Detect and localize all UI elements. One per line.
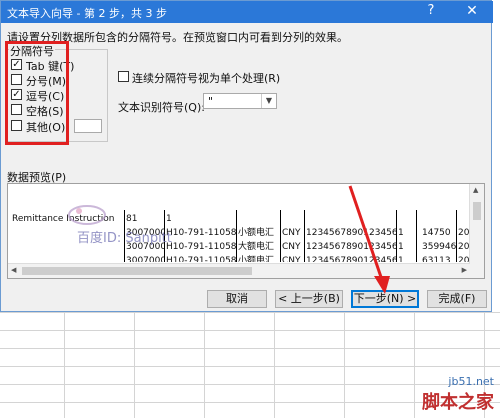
preview-vertical-scrollbar[interactable]: ▲ bbox=[469, 184, 484, 278]
preview-cell: 大额电汇 bbox=[238, 242, 275, 252]
preview-cell: 1 bbox=[166, 214, 172, 224]
preview-cell: 小额电汇 bbox=[238, 228, 275, 238]
cancel-button[interactable]: 取消 bbox=[207, 290, 267, 308]
preview-cell: CNY bbox=[282, 242, 301, 252]
site-watermark-name: 脚本之家 bbox=[422, 392, 494, 413]
title-bar: 文本导入向导 - 第 2 步，共 3 步 ? ✕ bbox=[1, 1, 493, 23]
highlight-box bbox=[5, 41, 69, 145]
help-button[interactable]: ? bbox=[421, 3, 441, 21]
other-delimiter-input[interactable] bbox=[74, 119, 102, 133]
site-watermark-url: jb51.net bbox=[448, 375, 494, 388]
preview-cell: 359946 bbox=[422, 242, 456, 252]
horizontal-scroll-thumb[interactable] bbox=[22, 267, 252, 275]
column-separator bbox=[280, 210, 281, 262]
preview-horizontal-scrollbar[interactable]: ◀ ▶ bbox=[8, 263, 470, 278]
scroll-right-icon[interactable]: ▶ bbox=[462, 266, 467, 274]
scroll-left-icon[interactable]: ◀ bbox=[11, 266, 16, 274]
dialog-title: 文本导入向导 - 第 2 步，共 3 步 bbox=[7, 7, 167, 20]
preview-cell: H10-791-110580 bbox=[166, 228, 236, 238]
spreadsheet-background: jb51.net 脚本之家 bbox=[0, 312, 500, 418]
preview-cell: H10-791-110580 bbox=[166, 242, 236, 252]
text-qualifier-label: 文本识别符号(Q): bbox=[118, 101, 205, 114]
preview-cell: CNY bbox=[282, 228, 301, 238]
preview-watermark-text: 百度ID: Sanpitt bbox=[77, 231, 172, 246]
column-separator bbox=[304, 210, 305, 262]
consecutive-delimiters-label[interactable]: 连续分隔符号视为单个处理(R) bbox=[132, 70, 280, 86]
preview-cell: 3007000 bbox=[126, 256, 164, 262]
close-button[interactable]: ✕ bbox=[457, 3, 487, 21]
preview-cell: 1 bbox=[398, 256, 404, 262]
preview-cell: 14750 bbox=[422, 228, 451, 238]
finish-button[interactable]: 完成(F) bbox=[427, 290, 487, 308]
preview-cell: CNY bbox=[282, 256, 301, 262]
text-qualifier-value: " bbox=[208, 95, 214, 108]
vertical-scroll-thumb[interactable] bbox=[473, 202, 481, 220]
preview-cell: 小额电汇 bbox=[238, 256, 275, 262]
column-separator bbox=[236, 210, 237, 262]
preview-cell: 1 bbox=[398, 228, 404, 238]
text-import-wizard-dialog: 文本导入向导 - 第 2 步，共 3 步 ? ✕ 请设置分列数据所包含的分隔符号… bbox=[0, 0, 493, 312]
column-separator bbox=[416, 210, 417, 262]
annotation-arrow-icon bbox=[348, 185, 390, 294]
site-watermark: jb51.net 脚本之家 bbox=[422, 375, 494, 414]
scroll-up-icon[interactable]: ▲ bbox=[473, 186, 478, 194]
preview-cell: H10-791-110580 bbox=[166, 256, 236, 262]
preview-cell: 63113 bbox=[422, 256, 451, 262]
column-separator bbox=[456, 210, 457, 262]
preview-cell: 1 bbox=[398, 242, 404, 252]
text-qualifier-select[interactable]: " ▼ bbox=[203, 93, 277, 109]
chevron-down-icon: ▼ bbox=[261, 94, 276, 108]
preview-cell: 81 bbox=[126, 214, 138, 224]
consecutive-delimiters-checkbox[interactable] bbox=[118, 71, 129, 82]
watermark-logo-icon bbox=[68, 205, 106, 225]
